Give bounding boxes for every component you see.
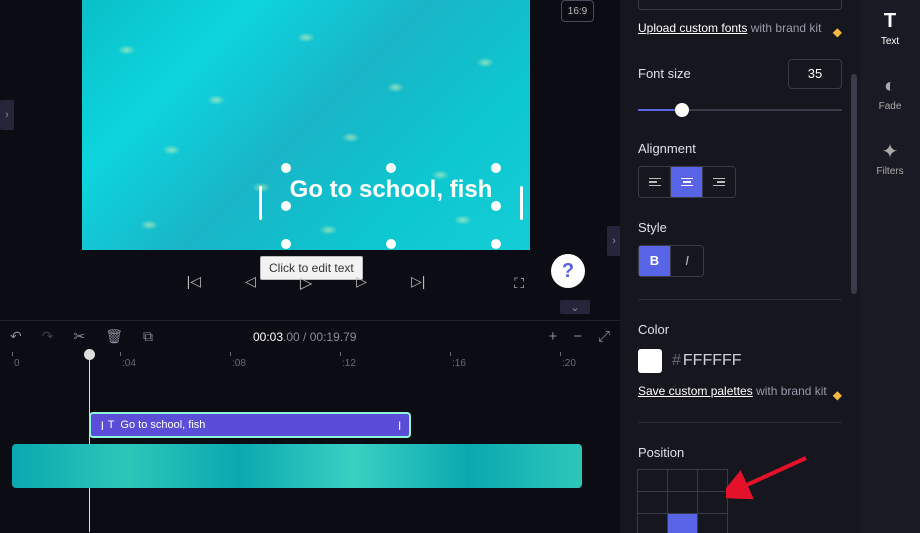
tab-fade[interactable]: ◐ Fade — [879, 75, 902, 112]
clip-grip-left-icon[interactable]: || — [101, 420, 102, 430]
position-top-left[interactable] — [637, 469, 668, 492]
font-size-label: Font size — [638, 66, 691, 81]
help-button[interactable]: ? — [551, 254, 585, 288]
ruler-tick: :08 — [232, 358, 246, 369]
tab-text[interactable]: T Text — [881, 10, 899, 47]
style-group: B I — [638, 245, 704, 277]
resize-handle-ml[interactable] — [281, 201, 291, 211]
color-label: Color — [638, 322, 842, 337]
resize-handle-bm[interactable] — [386, 239, 396, 249]
divider — [638, 299, 842, 300]
zoom-in-button[interactable]: + — [548, 328, 557, 345]
position-top-center[interactable] — [667, 469, 698, 492]
properties-panel: Upload custom fonts with brand kit ◆ Fon… — [620, 0, 860, 533]
position-bottom-right[interactable] — [697, 513, 728, 533]
next-frame-button[interactable]: ▷ — [350, 273, 373, 293]
position-label: Position — [638, 445, 842, 460]
clip-grip-right-icon[interactable]: || — [398, 420, 399, 430]
zoom-out-button[interactable]: − — [573, 328, 582, 345]
position-middle-center[interactable] — [667, 491, 698, 514]
alignment-group — [638, 166, 736, 198]
resize-handle-tl[interactable] — [281, 163, 291, 173]
save-palettes-row: Save custom palettes with brand kit ◆ — [638, 383, 842, 400]
slider-fill — [638, 109, 679, 111]
skip-back-button[interactable]: |◁ — [181, 273, 207, 293]
undo-button[interactable]: ↶ — [10, 328, 22, 345]
text-overlay[interactable]: Go to school, fish — [286, 174, 496, 205]
ruler-tick: :20 — [562, 358, 576, 369]
bold-button[interactable]: B — [639, 246, 671, 276]
right-drawer-toggle[interactable]: › — [607, 226, 621, 256]
playhead[interactable] — [89, 352, 90, 532]
text-clip-label: Go to school, fish — [120, 419, 205, 431]
color-swatch[interactable] — [638, 349, 662, 373]
split-button[interactable]: ✂ — [73, 328, 85, 345]
aspect-ratio-button[interactable]: 16:9 — [561, 0, 594, 22]
collapse-timeline-button[interactable]: ⌄ — [560, 300, 590, 314]
duplicate-button[interactable]: ⧉ — [143, 328, 153, 345]
timecode: 00:03.00 / 00:19.79 — [253, 330, 356, 344]
position-middle-right[interactable] — [697, 491, 728, 514]
left-drawer-toggle[interactable]: › — [0, 100, 14, 130]
redo-button[interactable]: ↷ — [42, 328, 54, 345]
fullscreen-button[interactable]: ⛶ — [508, 275, 530, 292]
upload-fonts-link[interactable]: Upload custom fonts — [638, 21, 747, 35]
panel-scrollbar[interactable] — [851, 74, 857, 294]
position-grid — [638, 470, 728, 533]
resize-handle-tr[interactable] — [491, 163, 501, 173]
ruler-tick: :12 — [342, 358, 356, 369]
resize-handle-tm[interactable] — [386, 163, 396, 173]
resize-handle-mr[interactable] — [491, 201, 501, 211]
position-middle-left[interactable] — [637, 491, 668, 514]
timeline-toolbar: ↶ ↷ ✂ 🗑 ⧉ 00:03.00 / 00:19.79 + − ⤢ — [0, 320, 620, 352]
color-hex[interactable]: #FFFFFF — [672, 352, 742, 370]
align-left-button[interactable] — [639, 167, 671, 197]
video-clip[interactable] — [12, 444, 582, 488]
rotate-handle-left[interactable] — [259, 186, 262, 220]
italic-button[interactable]: I — [671, 246, 703, 276]
upload-fonts-row: Upload custom fonts with brand kit ◆ — [638, 20, 842, 37]
ruler-tick: 0 — [14, 358, 20, 369]
tab-filters[interactable]: ✦ Filters — [876, 140, 903, 177]
font-size-slider[interactable] — [638, 101, 842, 119]
fade-icon: ◐ — [884, 75, 896, 97]
play-button[interactable]: ▷ — [294, 273, 318, 293]
text-overlay-selection[interactable]: Go to school, fish — [286, 168, 496, 244]
prev-frame-button[interactable]: ◁ — [239, 273, 262, 293]
divider — [638, 422, 842, 423]
timeline: ↶ ↷ ✂ 🗑 ⧉ 00:03.00 / 00:19.79 + − ⤢ 0 :0… — [0, 320, 620, 378]
preview-canvas[interactable]: Go to school, fish — [82, 0, 530, 250]
filters-icon: ✦ — [882, 140, 899, 162]
text-icon: T — [884, 10, 896, 32]
align-center-button[interactable] — [671, 167, 703, 197]
position-bottom-left[interactable] — [637, 513, 668, 533]
font-size-input[interactable] — [788, 59, 842, 89]
ruler-tick: :16 — [452, 358, 466, 369]
timeline-ruler[interactable]: 0 :04 :08 :12 :16 :20 — [0, 352, 620, 378]
skip-forward-button[interactable]: ▷| — [405, 273, 431, 293]
ruler-tick: :04 — [122, 358, 136, 369]
resize-handle-br[interactable] — [491, 239, 501, 249]
save-palettes-link[interactable]: Save custom palettes — [638, 384, 753, 398]
position-bottom-center[interactable] — [667, 513, 698, 533]
style-label: Style — [638, 220, 842, 235]
alignment-label: Alignment — [638, 141, 842, 156]
zoom-fit-button[interactable]: ⤢ — [598, 328, 610, 345]
align-right-button[interactable] — [703, 167, 735, 197]
slider-thumb[interactable] — [675, 103, 689, 117]
premium-icon: ◆ — [833, 387, 842, 404]
transport-controls: |◁ ◁ ▷ ▷ ▷| ⛶ — [82, 268, 530, 298]
resize-handle-bl[interactable] — [281, 239, 291, 249]
font-weight-dropdown[interactable] — [638, 0, 842, 10]
position-top-right[interactable] — [697, 469, 728, 492]
rotate-handle-right[interactable] — [520, 186, 523, 220]
text-icon: T — [108, 419, 115, 431]
delete-button[interactable]: 🗑 — [105, 328, 123, 345]
text-clip[interactable]: || T Go to school, fish || — [89, 412, 411, 438]
side-tabs: T Text ◐ Fade ✦ Filters — [860, 0, 920, 533]
premium-icon: ◆ — [833, 24, 842, 41]
